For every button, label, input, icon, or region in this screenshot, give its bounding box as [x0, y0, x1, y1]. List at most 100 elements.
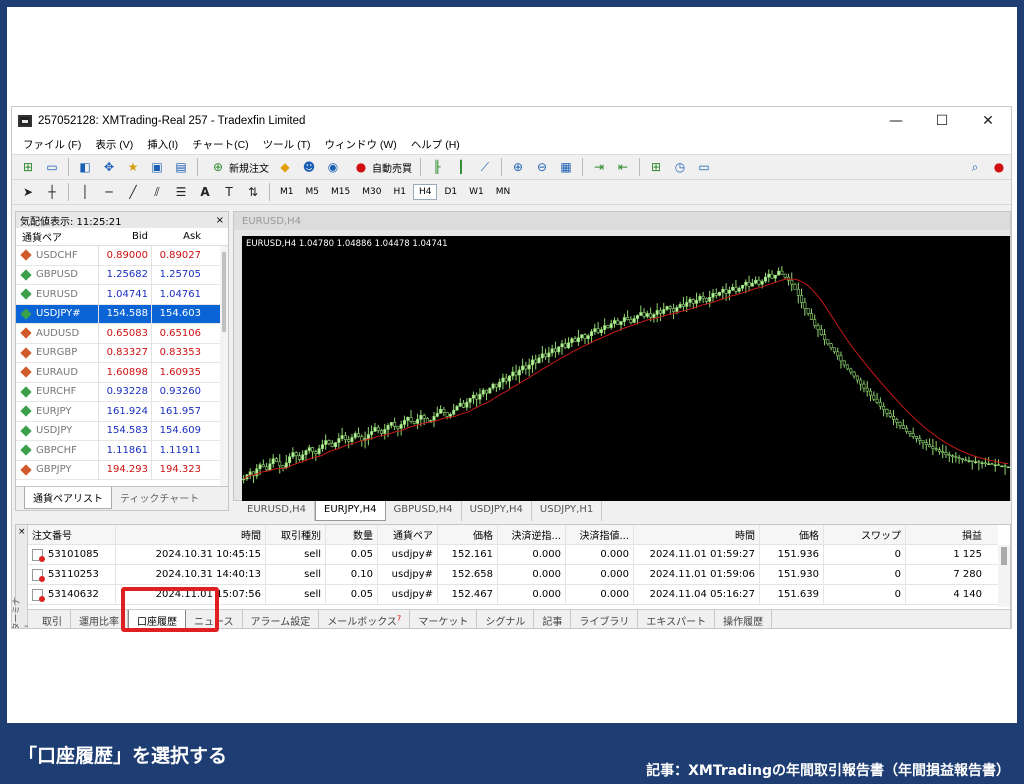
menu-help[interactable]: ヘルプ (H)	[404, 137, 467, 152]
column-header[interactable]: 価格	[438, 525, 498, 544]
chart-tab-eurusd-h4[interactable]: EURUSD,H4	[239, 501, 316, 521]
market-watch-row[interactable]: EURAUD 1.60898 1.60935	[16, 363, 228, 383]
tf-h1[interactable]: H1	[388, 185, 411, 199]
market-watch-close-button[interactable]: ×	[216, 215, 224, 226]
profiles-icon[interactable]: ▭	[43, 158, 61, 176]
market-watch-row[interactable]: USDJPY 154.583 154.609	[16, 421, 228, 441]
maximize-button[interactable]: ☐	[919, 107, 965, 135]
col-bid[interactable]: Bid	[98, 231, 151, 242]
chart-shift-icon[interactable]: ⇤	[614, 158, 632, 176]
text-tool-icon[interactable]: A	[196, 183, 214, 201]
menu-view[interactable]: 表示 (V)	[88, 137, 140, 152]
minimize-button[interactable]: —	[873, 107, 919, 135]
column-header[interactable]: 注文番号	[28, 525, 116, 544]
periods-icon[interactable]: ◷	[671, 158, 689, 176]
col-symbol[interactable]: 通貨ペア	[16, 229, 98, 244]
line-chart-icon[interactable]: ⟋	[476, 158, 494, 176]
menu-chart[interactable]: チャート(C)	[185, 137, 255, 152]
terminal-scrollbar[interactable]	[998, 545, 1010, 607]
auto-trade-button[interactable]: ● 自動売買	[349, 158, 412, 176]
column-header[interactable]: 数量	[326, 525, 378, 544]
market-watch-row[interactable]: EURGBP 0.83327 0.83353	[16, 343, 228, 363]
terminal-tab[interactable]: アラーム設定	[243, 610, 320, 628]
tf-m15[interactable]: M15	[326, 185, 355, 199]
chart-tab-usdjpy-h1[interactable]: USDJPY,H1	[532, 501, 603, 521]
market-watch-row[interactable]: GBPUSD 1.25682 1.25705	[16, 265, 228, 285]
column-header[interactable]: スワップ	[824, 525, 906, 544]
trendline-icon[interactable]: ╱	[124, 183, 142, 201]
menu-window[interactable]: ウィンドウ (W)	[317, 137, 403, 152]
terminal-icon[interactable]: ▣	[148, 158, 166, 176]
cursor-icon[interactable]: ➤	[19, 183, 37, 201]
menu-insert[interactable]: 挿入(I)	[140, 137, 185, 152]
market-watch-row[interactable]: EURCHF 0.93228 0.93260	[16, 382, 228, 402]
tile-windows-icon[interactable]: ▦	[557, 158, 575, 176]
chart-area[interactable]: EURUSD,H4 1.04780 1.04886 1.04478 1.0474…	[242, 236, 1010, 502]
zoom-in-icon[interactable]: ⊕	[509, 158, 527, 176]
chart-tab-usdjpy-h4[interactable]: USDJPY,H4	[462, 501, 532, 521]
table-row[interactable]: 53110253 2024.10.31 14:40:13 sell 0.10 usdjp…	[28, 565, 998, 585]
terminal-tab[interactable]: メールボックス7	[319, 610, 411, 628]
terminal-tab[interactable]: 運用比率	[71, 610, 128, 628]
horizontal-line-icon[interactable]: ─	[100, 183, 118, 201]
terminal-tab[interactable]: 記事	[534, 610, 572, 628]
text-label-icon[interactable]: T	[220, 183, 238, 201]
channel-icon[interactable]: ⫽	[148, 183, 166, 201]
data-window-icon[interactable]: ✥	[100, 158, 118, 176]
terminal-tab[interactable]: ライブラリ	[571, 610, 639, 628]
tf-m30[interactable]: M30	[357, 185, 386, 199]
column-header[interactable]: 決済逆指...	[498, 525, 566, 544]
column-header[interactable]: 取引種別	[266, 525, 326, 544]
tab-symbols[interactable]: 通貨ペアリスト	[24, 487, 112, 509]
price-chart[interactable]	[242, 236, 1010, 502]
market-watch-row[interactable]: AUDUSD 0.65083 0.65106	[16, 324, 228, 344]
market-watch-row[interactable]: GBPJPY 194.293 194.323	[16, 460, 228, 480]
column-header[interactable]: 決済指値...	[566, 525, 634, 544]
chart-tab-eurjpy-h4[interactable]: EURJPY,H4	[315, 501, 386, 521]
column-header[interactable]: 損益	[906, 525, 986, 544]
tf-m5[interactable]: M5	[301, 185, 325, 199]
market-watch-row[interactable]: EURJPY 161.924 161.957	[16, 402, 228, 422]
market-watch-row[interactable]: GBPCHF 1.11861 1.11911	[16, 441, 228, 461]
new-order-button[interactable]: ⊕ 新規注文	[206, 158, 269, 176]
search-icon[interactable]: ⌕	[966, 158, 984, 176]
community-icon[interactable]: ☻	[300, 158, 318, 176]
zoom-out-icon[interactable]: ⊖	[533, 158, 551, 176]
tf-d1[interactable]: D1	[439, 185, 462, 199]
autoscroll-icon[interactable]: ⇥	[590, 158, 608, 176]
close-button[interactable]: ✕	[965, 107, 1011, 135]
tf-h4[interactable]: H4	[412, 184, 438, 200]
terminal-close-button[interactable]: ×	[18, 527, 26, 537]
indicators-icon[interactable]: ⊞	[647, 158, 665, 176]
chart-tab-gbpusd-h4[interactable]: GBPUSD,H4	[386, 501, 462, 521]
signals-icon[interactable]: ◉	[324, 158, 342, 176]
market-watch-row[interactable]: USDJPY# 154.588 154.603	[16, 304, 228, 324]
menu-tools[interactable]: ツール (T)	[256, 137, 318, 152]
notification-icon[interactable]: ●	[990, 158, 1008, 176]
terminal-tab[interactable]: エキスパート	[638, 610, 716, 628]
column-header[interactable]: 価格	[760, 525, 824, 544]
arrows-icon[interactable]: ⇅	[244, 183, 262, 201]
tf-mn[interactable]: MN	[491, 185, 516, 199]
market-watch-row[interactable]: EURUSD 1.04741 1.04761	[16, 285, 228, 305]
tab-tick-chart[interactable]: ティックチャート	[112, 487, 207, 508]
col-ask[interactable]: Ask	[151, 231, 204, 242]
column-header[interactable]: 時間	[634, 525, 760, 544]
market-watch-scrollbar[interactable]	[220, 246, 228, 486]
terminal-tab[interactable]: 操作履歴	[715, 610, 773, 628]
market-watch-icon[interactable]: ◧	[76, 158, 94, 176]
tf-m1[interactable]: M1	[275, 185, 299, 199]
vertical-line-icon[interactable]: │	[76, 183, 94, 201]
crosshair-icon[interactable]: ┼	[43, 183, 61, 201]
templates-icon[interactable]: ▭	[695, 158, 713, 176]
bar-chart-icon[interactable]: ╟	[428, 158, 446, 176]
new-chart-icon[interactable]: ⊞	[19, 158, 37, 176]
terminal-tab[interactable]: 取引	[34, 610, 71, 628]
table-row[interactable]: 53101085 2024.10.31 10:45:15 sell 0.05 usdjp…	[28, 545, 998, 565]
terminal-tab[interactable]: マーケット	[410, 610, 478, 628]
fibonacci-icon[interactable]: ☰	[172, 183, 190, 201]
metaeditor-icon[interactable]: ◆	[276, 158, 294, 176]
tf-w1[interactable]: W1	[464, 185, 489, 199]
navigator-icon[interactable]: ★	[124, 158, 142, 176]
strategy-tester-icon[interactable]: ▤	[172, 158, 190, 176]
